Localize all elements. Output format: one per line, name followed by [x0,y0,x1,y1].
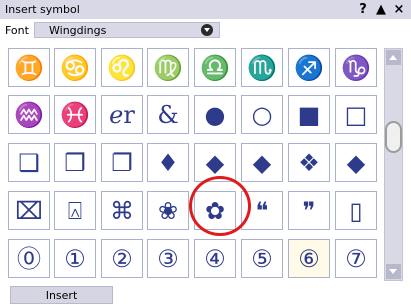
font-row: Font Wingdings [0,19,411,42]
vertical-scrollbar[interactable] [384,48,403,281]
help-icon[interactable]: ? [357,0,369,19]
scroll-up-arrow-icon[interactable] [386,50,401,65]
symbol-grid: ♊ ♋ ♌ ♍ ♎ ♏ ♐ ♑ ♒ ♓ ℯr & ● ○ ■ □ ❑ ❒ ❐ ♦ ◆ ◆ ❖ ◆ ⌧ ⍓ ⌘ ❀ ✿ ❝ ❞ ▯ ⓪ ① ② ③ ④ ⑤ ⑥… [8,48,383,284]
title-bar-controls: ? ▲ × [357,0,405,19]
symbol-cell[interactable]: ◆ [241,143,283,182]
close-icon[interactable]: × [393,0,405,19]
symbol-cell[interactable]: ℯr [101,95,143,134]
symbol-cell[interactable]: ♋ [54,48,96,87]
symbol-cell[interactable]: ♑ [335,48,377,87]
symbol-cell[interactable]: ⌘ [101,191,143,230]
symbol-cell[interactable]: ❝ [241,191,283,230]
minimize-icon[interactable]: ▲ [375,0,387,19]
symbol-cell[interactable]: & [147,95,189,134]
symbol-cell[interactable]: ♒ [8,95,50,134]
window-title: Insert symbol [5,3,80,16]
symbol-cell[interactable]: ③ [147,239,189,278]
symbol-cell[interactable]: ① [54,239,96,278]
symbol-cell[interactable]: ⓪ [8,239,50,278]
symbol-cell[interactable]: ② [101,239,143,278]
symbol-cell[interactable]: ❑ [8,143,50,182]
font-select-value: Wingdings [49,24,107,37]
symbol-cell[interactable]: ⑤ [241,239,283,278]
symbol-cell[interactable]: ♌ [101,48,143,87]
symbol-cell[interactable]: ◆ [335,143,377,182]
symbol-cell[interactable]: ♏ [241,48,283,87]
font-label: Font [5,24,29,37]
symbol-cell[interactable]: ♦ [147,143,189,182]
symbol-cell[interactable]: ✿ [194,191,236,230]
symbol-cell[interactable]: ④ [194,239,236,278]
scroll-down-arrow-icon[interactable] [386,264,401,279]
symbol-cell[interactable]: ○ [241,95,283,134]
symbol-cell[interactable]: □ [335,95,377,134]
symbol-cell[interactable]: ❞ [288,191,330,230]
font-select[interactable]: Wingdings [34,22,220,38]
symbol-cell[interactable]: ❐ [101,143,143,182]
symbol-cell[interactable]: ⑥ [288,239,330,278]
scrollbar-thumb[interactable] [385,121,402,153]
symbol-cell[interactable]: ⍓ [54,191,96,230]
symbol-cell[interactable]: ⑦ [335,239,377,278]
symbol-cell[interactable]: ◆ [194,143,236,182]
symbol-cell[interactable]: ♎ [194,48,236,87]
title-bar: Insert symbol ? ▲ × [0,0,411,19]
insert-button[interactable]: Insert [10,286,113,304]
symbol-cell[interactable]: ♍ [147,48,189,87]
symbol-cell[interactable]: ❒ [54,143,96,182]
symbol-cell[interactable]: ❖ [288,143,330,182]
symbol-cell[interactable]: ♊ [8,48,50,87]
symbol-cell[interactable]: ■ [288,95,330,134]
symbol-cell[interactable]: ♓ [54,95,96,134]
symbol-cell[interactable]: ❀ [147,191,189,230]
symbol-cell[interactable]: ▯ [335,191,377,230]
symbol-cell[interactable]: ⌧ [8,191,50,230]
symbol-cell[interactable]: ♐ [288,48,330,87]
chevron-down-icon[interactable] [201,24,213,36]
symbol-cell[interactable]: ● [194,95,236,134]
